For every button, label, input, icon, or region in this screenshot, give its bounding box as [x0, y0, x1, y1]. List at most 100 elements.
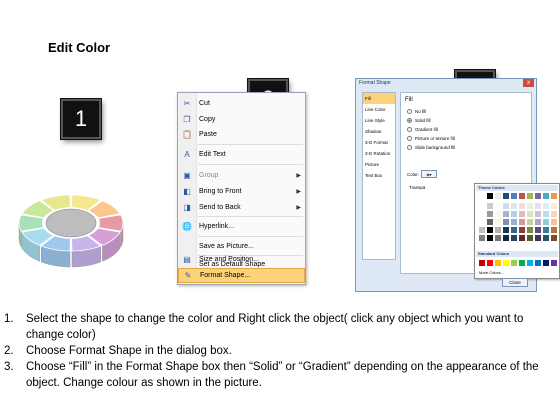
- color-swatch[interactable]: [551, 227, 557, 233]
- color-swatch[interactable]: [495, 193, 501, 199]
- color-swatch[interactable]: [543, 193, 549, 199]
- color-swatch[interactable]: [527, 219, 533, 225]
- option-slide-background-fill[interactable]: Slide background fill: [407, 145, 455, 150]
- color-swatch[interactable]: [495, 203, 501, 209]
- standard-color-swatch[interactable]: [479, 260, 485, 266]
- color-swatch[interactable]: [527, 227, 533, 233]
- standard-color-swatch[interactable]: [487, 260, 493, 266]
- category-shadow[interactable]: Shadow: [363, 126, 395, 137]
- color-swatch[interactable]: [519, 227, 525, 233]
- menu-item-size-and-position[interactable]: ▤ Size and Position...: [178, 252, 305, 267]
- color-swatch[interactable]: [495, 235, 501, 241]
- color-swatch[interactable]: [527, 193, 533, 199]
- color-swatch[interactable]: [527, 203, 533, 209]
- menu-item-send-to-back[interactable]: ◨ Send to Back ▶: [178, 200, 305, 215]
- color-swatch[interactable]: [543, 211, 549, 217]
- menu-item-label: Group: [199, 172, 219, 179]
- color-swatch[interactable]: [479, 211, 485, 217]
- color-swatch[interactable]: [487, 193, 493, 199]
- color-swatch[interactable]: [503, 193, 509, 199]
- color-swatch[interactable]: [479, 203, 485, 209]
- segmented-ring-shape[interactable]: [15, 183, 127, 273]
- color-swatch[interactable]: [503, 203, 509, 209]
- color-swatch[interactable]: [527, 235, 533, 241]
- menu-item-format-shape[interactable]: ✎ Format Shape...: [178, 268, 305, 283]
- color-swatch[interactable]: [503, 219, 509, 225]
- close-button[interactable]: Close: [502, 278, 528, 287]
- color-swatch[interactable]: [511, 227, 517, 233]
- color-swatch[interactable]: [535, 193, 541, 199]
- color-swatch[interactable]: [511, 219, 517, 225]
- color-swatch[interactable]: [551, 203, 557, 209]
- menu-item-cut[interactable]: ✂ Cut: [178, 96, 305, 111]
- standard-color-swatch[interactable]: [503, 260, 509, 266]
- standard-color-swatch[interactable]: [543, 260, 549, 266]
- category-picture[interactable]: Picture: [363, 159, 395, 170]
- color-swatch[interactable]: [479, 227, 485, 233]
- standard-color-swatch[interactable]: [551, 260, 557, 266]
- menu-item-hyperlink[interactable]: 🌐 Hyperlink...: [178, 219, 305, 234]
- color-swatch[interactable]: [511, 193, 517, 199]
- color-swatch[interactable]: [495, 219, 501, 225]
- color-swatch[interactable]: [535, 211, 541, 217]
- color-picker-button[interactable]: ◈▾: [421, 170, 437, 178]
- color-swatch[interactable]: [511, 203, 517, 209]
- color-swatch[interactable]: [527, 211, 533, 217]
- color-swatch[interactable]: [551, 193, 557, 199]
- color-swatch[interactable]: [503, 227, 509, 233]
- color-swatch[interactable]: [543, 235, 549, 241]
- standard-color-swatch[interactable]: [535, 260, 541, 266]
- color-swatch[interactable]: [511, 211, 517, 217]
- standard-color-swatch[interactable]: [527, 260, 533, 266]
- color-swatch[interactable]: [487, 203, 493, 209]
- color-swatch[interactable]: [543, 219, 549, 225]
- color-swatch[interactable]: [487, 219, 493, 225]
- color-swatch[interactable]: [479, 235, 485, 241]
- close-icon[interactable]: x: [523, 79, 534, 87]
- color-swatch[interactable]: [543, 203, 549, 209]
- color-swatch[interactable]: [479, 193, 485, 199]
- menu-item-paste[interactable]: 📋 Paste: [178, 127, 305, 142]
- category-3d-rotation[interactable]: 3-D Rotation: [363, 148, 395, 159]
- option-picture-fill[interactable]: Picture or texture fill: [407, 136, 455, 141]
- color-swatch[interactable]: [551, 235, 557, 241]
- category-fill[interactable]: Fill: [363, 93, 395, 104]
- menu-item-group[interactable]: ▣ Group ▶: [178, 168, 305, 183]
- option-solid-fill[interactable]: Solid fill: [407, 118, 431, 123]
- color-swatch[interactable]: [487, 227, 493, 233]
- category-3d-format[interactable]: 3-D Format: [363, 137, 395, 148]
- color-swatch[interactable]: [543, 227, 549, 233]
- menu-item-bring-to-front[interactable]: ◧ Bring to Front ▶: [178, 184, 305, 199]
- color-swatch[interactable]: [503, 211, 509, 217]
- category-text-box[interactable]: Text Box: [363, 170, 395, 181]
- color-swatch[interactable]: [551, 211, 557, 217]
- color-swatch[interactable]: [487, 235, 493, 241]
- standard-color-swatch[interactable]: [495, 260, 501, 266]
- color-swatch[interactable]: [535, 235, 541, 241]
- color-swatch[interactable]: [519, 235, 525, 241]
- menu-item-edit-text[interactable]: A Edit Text: [178, 147, 305, 162]
- category-line-style[interactable]: Line Style: [363, 115, 395, 126]
- color-swatch[interactable]: [535, 227, 541, 233]
- menu-separator: [198, 164, 303, 165]
- color-swatch[interactable]: [519, 219, 525, 225]
- standard-color-swatch[interactable]: [511, 260, 517, 266]
- color-swatch[interactable]: [535, 219, 541, 225]
- color-swatch[interactable]: [519, 193, 525, 199]
- category-line-color[interactable]: Line Color: [363, 104, 395, 115]
- color-swatch[interactable]: [519, 203, 525, 209]
- menu-item-copy[interactable]: ❐ Copy: [178, 112, 305, 127]
- option-no-fill[interactable]: No fill: [407, 109, 426, 114]
- option-gradient-fill[interactable]: Gradient fill: [407, 127, 438, 132]
- color-swatch[interactable]: [479, 219, 485, 225]
- color-swatch[interactable]: [551, 219, 557, 225]
- color-swatch[interactable]: [495, 227, 501, 233]
- color-swatch[interactable]: [535, 203, 541, 209]
- color-swatch[interactable]: [495, 211, 501, 217]
- color-swatch[interactable]: [487, 211, 493, 217]
- color-swatch[interactable]: [511, 235, 517, 241]
- more-colors-link[interactable]: More Colors...: [479, 270, 504, 275]
- color-swatch[interactable]: [519, 211, 525, 217]
- color-swatch[interactable]: [503, 235, 509, 241]
- standard-color-swatch[interactable]: [519, 260, 525, 266]
